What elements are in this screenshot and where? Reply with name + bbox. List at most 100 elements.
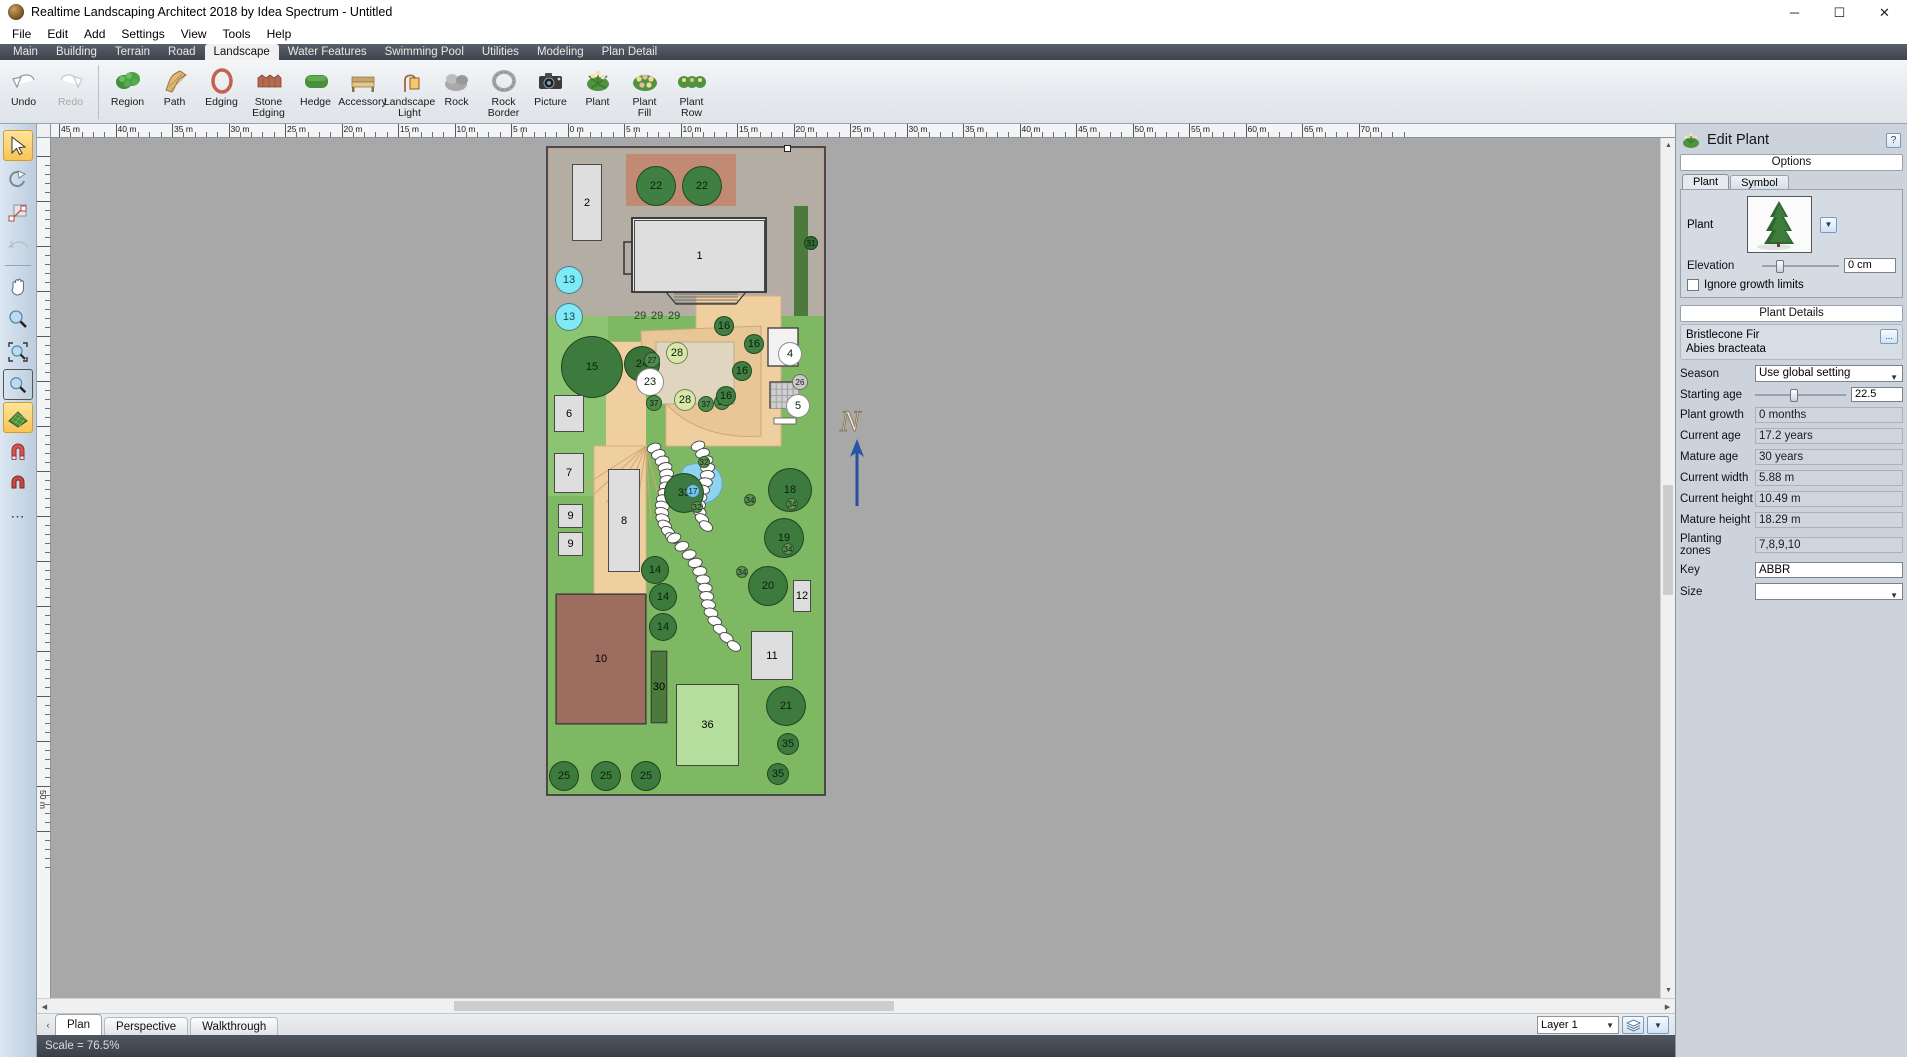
field-select[interactable]: Use global setting ▼ — [1755, 365, 1903, 382]
ribbon-tab-utilities[interactable]: Utilities — [473, 44, 528, 60]
ignore-growth-checkbox[interactable] — [1687, 279, 1699, 291]
plant-thumbnail[interactable] — [1747, 196, 1812, 253]
plan-plant-symbol[interactable]: 34 — [782, 543, 794, 555]
hscroll-thumb[interactable] — [454, 1001, 894, 1011]
plan-plant-symbol[interactable]: 15 — [561, 336, 623, 398]
menu-help[interactable]: Help — [259, 25, 300, 44]
curve-tool[interactable] — [3, 229, 33, 260]
edging-tool-button[interactable]: Edging — [198, 63, 245, 119]
ribbon-tab-terrain[interactable]: Terrain — [106, 44, 159, 60]
plan-plant-symbol[interactable]: 16 — [714, 316, 734, 336]
plant-row-tool-button[interactable]: Plant Row — [668, 63, 715, 119]
plan-structure[interactable]: 30 — [651, 651, 667, 723]
snap-magnet-alt-tool[interactable] — [3, 468, 33, 499]
plan-plant-symbol[interactable]: 16 — [744, 334, 764, 354]
panel-tab-symbol[interactable]: Symbol — [1730, 175, 1789, 190]
scroll-down-arrow[interactable]: ▼ — [1661, 983, 1676, 998]
ribbon-tab-road[interactable]: Road — [159, 44, 205, 60]
close-button[interactable]: ✕ — [1862, 0, 1907, 25]
stone-edging-tool-button[interactable]: Stone Edging — [245, 63, 292, 119]
plan-plant-symbol[interactable]: 27 — [644, 352, 660, 368]
rock-tool-button[interactable]: Rock — [433, 63, 480, 119]
elevation-value[interactable]: 0 cm — [1844, 258, 1896, 273]
plan-structure[interactable]: 36 — [676, 684, 739, 766]
plan-plant-symbol[interactable]: 13 — [555, 303, 583, 331]
layers-button[interactable] — [1622, 1016, 1644, 1034]
slider-knob[interactable] — [1775, 259, 1784, 273]
plan-plant-symbol[interactable]: 28 — [674, 389, 696, 411]
redo-button[interactable]: Redo — [47, 63, 94, 108]
grid-toggle[interactable] — [3, 402, 33, 433]
plan-plant-symbol[interactable]: 14 — [649, 613, 677, 641]
plan-plant-symbol[interactable]: 37 — [646, 395, 662, 411]
ribbon-tab-plan-detail[interactable]: Plan Detail — [593, 44, 667, 60]
site-plan[interactable]: 2222131315242328282727373716161616426533… — [546, 146, 826, 796]
scroll-left-arrow[interactable]: ◀ — [37, 999, 52, 1014]
plan-plant-symbol[interactable]: 21 — [766, 686, 806, 726]
layer-select[interactable]: Layer 1 ▼ — [1537, 1016, 1619, 1034]
pan-tool[interactable] — [3, 270, 33, 301]
horizontal-scrollbar[interactable]: ◀ ▶ — [37, 998, 1675, 1014]
plan-plant-symbol[interactable]: 26 — [792, 374, 808, 390]
scroll-right-arrow[interactable]: ▶ — [1660, 999, 1675, 1014]
browse-plant-button[interactable]: ... — [1880, 329, 1898, 344]
undo-button[interactable]: Undo — [0, 63, 47, 108]
snap-magnet-tool[interactable] — [3, 435, 33, 466]
plant-details-button[interactable]: Plant Details — [1680, 305, 1903, 322]
vscroll-track[interactable] — [1661, 153, 1675, 983]
resize-tool[interactable] — [3, 196, 33, 227]
view-tab-prev[interactable]: ‹ — [41, 1015, 55, 1035]
plan-plant-symbol[interactable]: 34 — [744, 494, 756, 506]
plant-tool-button[interactable]: Plant — [574, 63, 621, 119]
plant-fill-tool-button[interactable]: Plant Fill — [621, 63, 668, 119]
view-tab-perspective[interactable]: Perspective — [104, 1017, 189, 1035]
plan-structure[interactable]: 9 — [558, 532, 583, 556]
plan-plant-symbol[interactable]: 32 — [698, 456, 710, 468]
rotate-tool[interactable] — [3, 163, 33, 194]
menu-file[interactable]: File — [4, 25, 39, 44]
path-tool-button[interactable]: Path — [151, 63, 198, 119]
ribbon-tab-main[interactable]: Main — [4, 44, 47, 60]
ribbon-tab-modeling[interactable]: Modeling — [528, 44, 593, 60]
plan-plant-symbol[interactable]: 25 — [591, 761, 621, 791]
menu-view[interactable]: View — [173, 25, 215, 44]
ribbon-tab-building[interactable]: Building — [47, 44, 106, 60]
field-value[interactable]: ABBR — [1755, 562, 1903, 578]
view-tab-walkthrough[interactable]: Walkthrough — [190, 1017, 279, 1035]
maximize-button[interactable]: ☐ — [1817, 0, 1862, 25]
plan-plant-symbol[interactable]: 14 — [641, 556, 669, 584]
hscroll-track[interactable] — [52, 999, 1660, 1013]
field-value[interactable]: 22.5 — [1851, 387, 1903, 402]
vertical-scrollbar[interactable]: ▲ ▼ — [1660, 138, 1676, 998]
plan-plant-symbol[interactable]: 35 — [777, 733, 799, 755]
plan-plant-symbol[interactable]: 13 — [555, 266, 583, 294]
plan-structure[interactable]: 9 — [558, 504, 583, 528]
plan-structure[interactable]: 12 — [793, 580, 811, 612]
menu-add[interactable]: Add — [76, 25, 113, 44]
scroll-up-arrow[interactable]: ▲ — [1661, 138, 1676, 153]
vscroll-thumb[interactable] — [1663, 485, 1673, 595]
menu-tools[interactable]: Tools — [215, 25, 259, 44]
rock-border-tool-button[interactable]: Rock Border — [480, 63, 527, 119]
plan-plant-symbol[interactable]: 34 — [736, 566, 748, 578]
plan-plant-symbol[interactable]: 22 — [636, 166, 676, 206]
plan-plant-symbol[interactable]: 5 — [786, 394, 810, 418]
plan-plant-symbol[interactable]: 16 — [732, 361, 752, 381]
ignore-growth-row[interactable]: Ignore growth limits — [1687, 279, 1896, 291]
plan-plant-symbol[interactable]: 37 — [698, 396, 714, 412]
help-button[interactable]: ? — [1886, 132, 1901, 148]
plan-structure[interactable]: 11 — [751, 631, 793, 680]
plan-plant-symbol[interactable]: 23 — [636, 368, 664, 396]
elevation-slider[interactable] — [1762, 259, 1839, 273]
plan-plant-symbol[interactable]: 20 — [748, 566, 788, 606]
plan-structure[interactable]: 7 — [554, 453, 584, 493]
more-tools[interactable]: ⋯ — [3, 501, 33, 532]
plan-plant-symbol[interactable]: 34 — [786, 498, 798, 510]
menu-edit[interactable]: Edit — [39, 25, 76, 44]
plan-structure[interactable]: 2 — [572, 164, 602, 241]
region-tool-button[interactable]: Region — [104, 63, 151, 119]
hedge-tool-button[interactable]: Hedge — [292, 63, 339, 119]
plan-plant-symbol[interactable]: 16 — [716, 386, 736, 406]
plan-structure[interactable]: 10 — [556, 594, 646, 724]
selection-handle[interactable] — [784, 145, 791, 152]
